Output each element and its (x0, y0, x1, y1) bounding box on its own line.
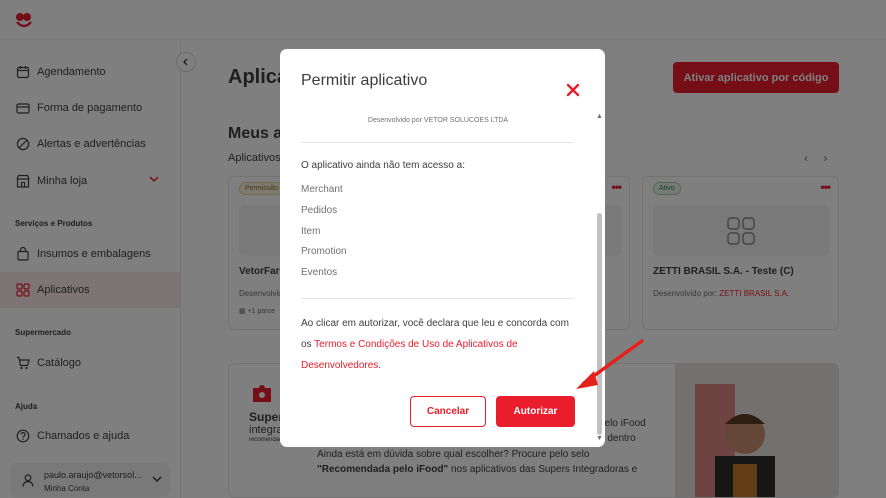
permission-item: Item (301, 226, 321, 237)
cancel-button[interactable]: Cancelar (410, 396, 486, 427)
divider (301, 142, 574, 143)
red-arrow-annotation-icon (576, 339, 644, 389)
divider (301, 298, 574, 299)
permit-app-dialog: Permitir aplicativo Desenvolvido por VET… (280, 49, 605, 447)
developer-line: Desenvolvido por VETOR SOLUCOES LTDA (367, 117, 509, 124)
no-access-heading: O aplicativo ainda não tem acesso a: (301, 160, 465, 171)
close-icon[interactable] (565, 82, 581, 98)
terms-link[interactable]: Termos e Condições de Uso de Aplicativos… (301, 339, 518, 371)
scroll-up-icon[interactable]: ▲ (596, 113, 603, 120)
scrollbar-thumb[interactable] (597, 213, 602, 435)
scroll-down-icon[interactable]: ▼ (596, 435, 603, 442)
permission-item: Promotion (301, 246, 347, 257)
permission-item: Pedidos (301, 205, 338, 216)
consent-text: Ao clicar em autorizar, você declara que… (301, 318, 569, 371)
authorize-button[interactable]: Autorizar (496, 396, 575, 427)
permission-item: Eventos (301, 267, 338, 278)
dialog-title: Permitir aplicativo (301, 72, 428, 89)
permission-item: Merchant (301, 184, 343, 195)
